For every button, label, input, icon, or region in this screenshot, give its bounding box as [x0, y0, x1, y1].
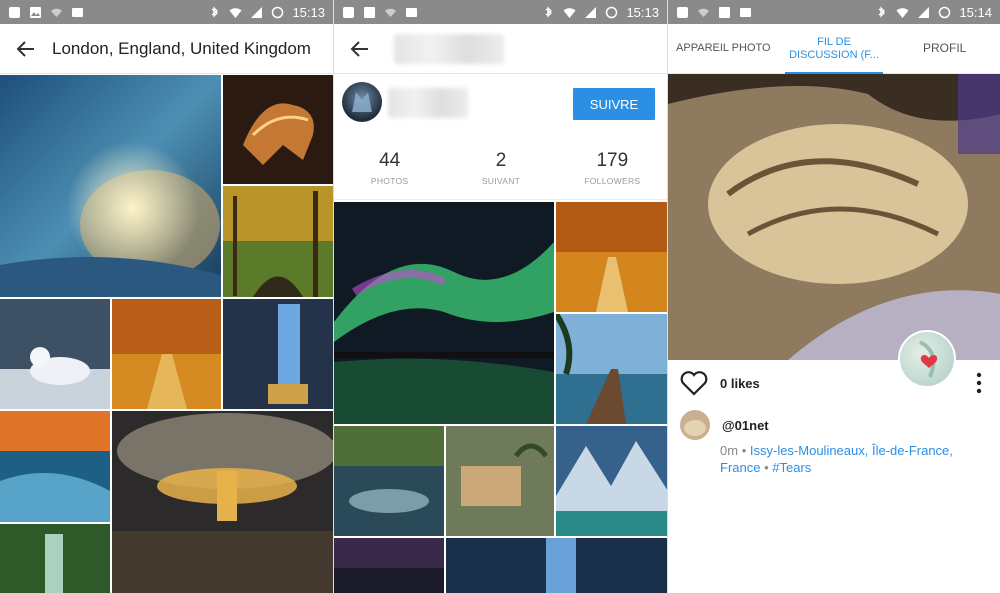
photo-tile[interactable] — [0, 75, 221, 297]
arrow-left-icon — [350, 40, 368, 57]
post-time: 0m — [720, 443, 739, 458]
bluetooth-icon — [542, 5, 555, 19]
clock: 15:13 — [292, 4, 325, 20]
signal-icon — [250, 6, 263, 19]
photo-tile[interactable] — [446, 426, 554, 536]
photo-tile[interactable] — [334, 202, 554, 424]
photo-tile[interactable] — [556, 426, 667, 536]
post-image[interactable] — [668, 74, 1000, 360]
stat-value: 179 — [596, 150, 629, 171]
page-title: London, England, United Kingdom — [52, 38, 311, 58]
arrow-left-icon — [16, 40, 34, 57]
back-button[interactable] — [0, 24, 52, 74]
profile-stats: 44 PHOTOS 2 SUIVANT 179 FOLLOWERS — [334, 150, 667, 186]
display-name-blurred — [388, 88, 468, 118]
tab-bar: APPAREIL PHOTO FIL DE DISCUSSION (F... P… — [668, 24, 1000, 74]
photo-tile[interactable] — [556, 202, 667, 312]
status-bar: 15:14 — [668, 0, 1000, 24]
app-bar — [334, 24, 667, 74]
username-blurred — [394, 33, 504, 64]
screen-feed: 15:14 APPAREIL PHOTO FIL DE DISCUSSION (… — [667, 0, 1000, 593]
clock: 15:13 — [626, 4, 659, 20]
tab-profile[interactable]: PROFIL — [889, 24, 1000, 74]
profile-header: SUIVRE 44 PHOTOS 2 SUIVANT 179 FOLLOWERS — [334, 74, 667, 200]
more-vertical-icon[interactable] — [976, 372, 982, 394]
location-link[interactable]: Issy-les-Moulineaux, Île-de-France, Fran… — [720, 443, 953, 475]
wifi-off-icon — [50, 6, 63, 19]
back-button[interactable] — [334, 24, 386, 74]
stat-value: 44 — [379, 150, 401, 171]
bluetooth-icon — [208, 5, 221, 19]
avatar[interactable] — [342, 82, 382, 122]
photo-tile[interactable] — [112, 299, 221, 409]
signal-icon — [584, 6, 597, 19]
wifi-icon — [896, 6, 909, 19]
photo-tile[interactable] — [0, 299, 110, 409]
photo-tile[interactable] — [446, 538, 667, 593]
signal-icon — [917, 6, 930, 19]
clock: 15:14 — [959, 4, 992, 20]
stat-label: SUIVANT — [481, 176, 521, 186]
photo-icon — [739, 6, 752, 19]
screen-user-profile: 15:13 SUIVRE 44 PHOTOS 2 SUIVANT 179 FOL… — [333, 0, 667, 593]
photo-tile[interactable] — [223, 186, 333, 297]
notification-icon — [342, 6, 355, 19]
app-bar: London, England, United Kingdom — [0, 24, 333, 74]
stat-value: 2 — [495, 150, 507, 171]
wifi-off-icon — [697, 6, 710, 19]
stat-following[interactable]: 2 SUIVANT — [445, 150, 556, 186]
stat-photos[interactable]: 44 PHOTOS — [334, 150, 445, 186]
location-map-bubble[interactable] — [898, 330, 956, 388]
wifi-icon — [229, 6, 242, 19]
image-icon — [29, 6, 42, 19]
image-icon — [718, 6, 731, 19]
hashtag-link[interactable]: #Tears — [772, 460, 811, 475]
meta-separator: • — [741, 443, 747, 458]
notification-icon — [676, 6, 689, 19]
battery-icon — [938, 6, 951, 19]
notification-icon — [8, 6, 21, 19]
battery-icon — [605, 6, 618, 19]
heart-outline-icon[interactable] — [680, 370, 708, 396]
photo-icon — [405, 6, 418, 19]
tab-camera[interactable]: APPAREIL PHOTO — [668, 24, 779, 74]
photo-tile[interactable] — [112, 411, 333, 593]
photo-tile[interactable] — [334, 426, 444, 536]
photo-tile[interactable] — [223, 75, 333, 184]
image-icon — [363, 6, 376, 19]
author-username[interactable]: @01net — [722, 418, 769, 433]
likes-row: 0 likes — [680, 370, 760, 396]
wifi-icon — [563, 6, 576, 19]
likes-count: 0 likes — [720, 375, 760, 391]
photo-icon — [71, 6, 84, 19]
follow-button[interactable]: SUIVRE — [573, 88, 655, 120]
photo-tile[interactable] — [334, 538, 444, 593]
photo-tile[interactable] — [0, 524, 110, 593]
meta-separator: • — [764, 460, 769, 475]
tab-feed[interactable]: FIL DE DISCUSSION (F... — [779, 24, 890, 74]
post-meta: 0m • Issy-les-Moulineaux, Île-de-France,… — [720, 442, 990, 476]
avatar[interactable] — [680, 410, 710, 440]
screen-location-gallery: 15:13 London, England, United Kingdom — [0, 0, 333, 593]
stat-label: PHOTOS — [370, 176, 409, 186]
status-bar: 15:13 — [334, 0, 667, 24]
status-bar: 15:13 — [0, 0, 333, 24]
photo-tile[interactable] — [0, 411, 110, 522]
wifi-off-icon — [384, 6, 397, 19]
bluetooth-icon — [875, 5, 888, 19]
photo-tile[interactable] — [223, 299, 333, 409]
stat-label: FOLLOWERS — [584, 176, 641, 186]
photo-tile[interactable] — [556, 314, 667, 424]
stat-followers[interactable]: 179 FOLLOWERS — [557, 150, 667, 186]
author-row: @01net — [680, 410, 769, 440]
battery-icon — [271, 6, 284, 19]
